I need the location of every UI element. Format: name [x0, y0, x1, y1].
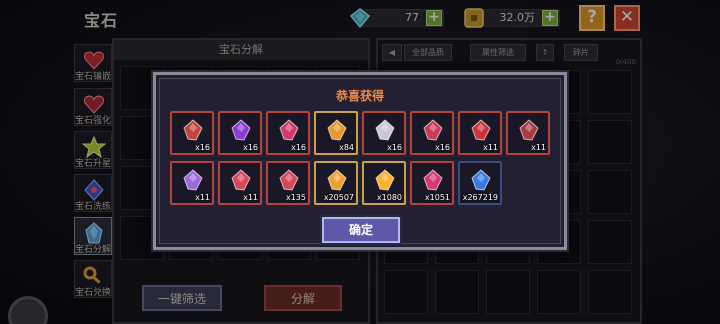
- reward-quantity: x11: [195, 193, 210, 202]
- reward-item[interactable]: x16: [266, 111, 310, 155]
- gem-icon: [471, 169, 491, 191]
- reward-quantity: x16: [243, 143, 258, 152]
- gem-icon: [327, 119, 347, 141]
- reward-item[interactable]: x20507: [314, 161, 358, 205]
- reward-item[interactable]: x1051: [410, 161, 454, 205]
- gem-icon: [231, 169, 251, 191]
- reward-quantity: x11: [531, 143, 546, 152]
- game-screen: 宝石 77 + 32.0万 + ? ✕ 宝石镶嵌 宝石强化 宝石升星 宝石洗练 …: [0, 0, 720, 324]
- confirm-button[interactable]: 确定: [322, 217, 400, 243]
- reward-quantity: x20507: [323, 193, 354, 202]
- reward-quantity: x16: [291, 143, 306, 152]
- gem-icon: [423, 169, 443, 191]
- reward-quantity: x1051: [424, 193, 450, 202]
- reward-quantity: x11: [243, 193, 258, 202]
- gem-icon: [231, 119, 251, 141]
- reward-quantity: x16: [435, 143, 450, 152]
- gem-icon: [183, 169, 203, 191]
- reward-quantity: x16: [195, 143, 210, 152]
- gem-icon: [279, 169, 299, 191]
- modal-title: 恭喜获得: [335, 89, 384, 103]
- reward-quantity: x11: [483, 143, 498, 152]
- reward-quantity: x135: [285, 193, 306, 202]
- reward-item[interactable]: x1080: [362, 161, 406, 205]
- reward-item[interactable]: x16: [362, 111, 406, 155]
- reward-item[interactable]: x135: [266, 161, 310, 205]
- reward-quantity: x84: [339, 143, 354, 152]
- reward-modal: 恭喜获得 x16 x16 x16 x84 x16 x16 x11 x11 x11 x11 x135 x…: [153, 72, 567, 250]
- reward-quantity: x267219: [462, 193, 498, 202]
- reward-item[interactable]: x11: [218, 161, 262, 205]
- gem-icon: [279, 119, 299, 141]
- reward-item[interactable]: x267219: [458, 161, 502, 205]
- gem-icon: [375, 169, 395, 191]
- reward-item[interactable]: x11: [506, 111, 550, 155]
- gem-icon: [183, 119, 203, 141]
- gem-icon: [327, 169, 347, 191]
- reward-item[interactable]: x16: [218, 111, 262, 155]
- reward-item[interactable]: x11: [170, 161, 214, 205]
- reward-quantity: x1080: [376, 193, 402, 202]
- reward-quantity: x16: [387, 143, 402, 152]
- reward-item[interactable]: x16: [170, 111, 214, 155]
- reward-item[interactable]: x84: [314, 111, 358, 155]
- gem-icon: [423, 119, 443, 141]
- gem-icon: [471, 119, 491, 141]
- gem-icon: [519, 119, 539, 141]
- reward-item[interactable]: x16: [410, 111, 454, 155]
- gem-icon: [375, 119, 395, 141]
- reward-item[interactable]: x11: [458, 111, 502, 155]
